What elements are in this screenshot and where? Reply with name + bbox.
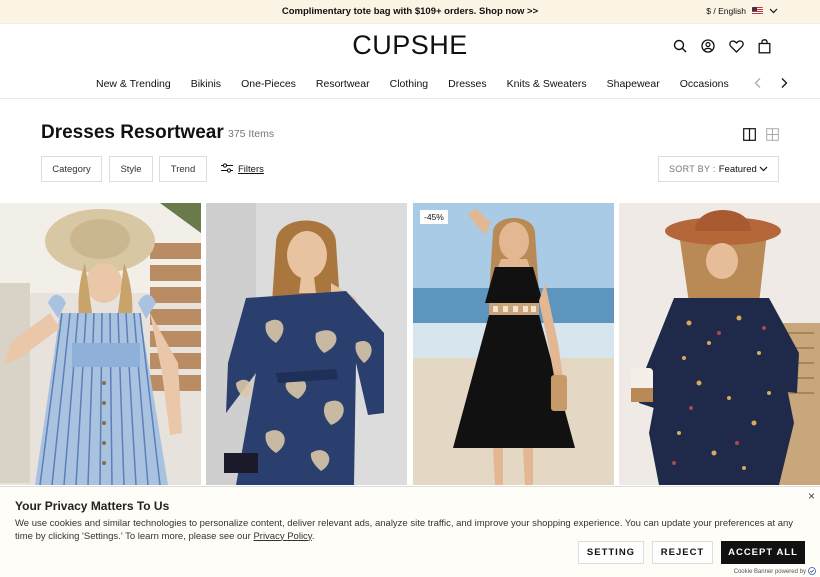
locale-label: $ / English — [706, 6, 746, 16]
four-column-view-icon[interactable] — [766, 128, 779, 146]
close-icon[interactable]: × — [808, 489, 815, 503]
page-title: Dresses Resortwear — [41, 122, 224, 143]
filters-button[interactable]: Filters — [221, 163, 264, 176]
reject-button[interactable]: REJECT — [652, 541, 713, 564]
search-icon[interactable] — [672, 38, 688, 54]
filters-label: Filters — [238, 164, 264, 175]
us-flag-icon — [752, 7, 763, 15]
wishlist-icon[interactable] — [728, 38, 744, 54]
discount-badge: -45% — [420, 210, 448, 224]
product-card-4[interactable] — [619, 203, 820, 485]
cookie-powered-by: Cookie Banner powered by — [734, 567, 816, 577]
nav-arrows — [754, 76, 788, 92]
nav-item-resortwear[interactable]: Resortwear — [316, 78, 370, 90]
category-filter-button[interactable]: Category — [41, 156, 102, 182]
cookie-body: We use cookies and similar technologies … — [15, 518, 794, 542]
cookie-body-end: . — [311, 530, 315, 542]
account-icon[interactable] — [700, 38, 716, 54]
sliders-icon — [221, 163, 233, 176]
nav-item-one-pieces[interactable]: One-Pieces — [241, 78, 296, 90]
product-card-3[interactable]: -45% — [413, 203, 614, 485]
style-filter-button[interactable]: Style — [109, 156, 153, 182]
nav-divider — [0, 98, 820, 99]
product-image-3 — [413, 203, 614, 485]
announcement-message[interactable]: Complimentary tote bag with $109+ orders… — [0, 6, 820, 17]
checkmark-icon — [808, 567, 816, 577]
privacy-policy-link[interactable]: Privacy Policy — [253, 531, 311, 542]
nav-item-bikinis[interactable]: Bikinis — [191, 78, 221, 90]
bag-icon[interactable] — [756, 38, 772, 54]
nav-item-occasions[interactable]: Occasions — [680, 78, 729, 90]
sort-value: Featured — [718, 163, 757, 175]
sort-dropdown[interactable]: SORT BY : Featured — [658, 156, 779, 182]
product-card-2[interactable] — [206, 203, 407, 485]
item-count: 375 Items — [228, 128, 275, 140]
view-toggles — [743, 128, 779, 146]
locale-selector[interactable]: $ / English — [706, 6, 778, 16]
chevron-down-icon — [759, 164, 768, 174]
product-image-1 — [0, 203, 201, 485]
product-image-4 — [619, 203, 820, 485]
setting-button[interactable]: SETTING — [578, 541, 644, 564]
chevron-down-icon — [769, 6, 778, 16]
main-nav: New & Trending Bikinis One-Pieces Resort… — [96, 78, 749, 90]
two-column-view-icon[interactable] — [743, 128, 756, 146]
chevron-right-icon[interactable] — [780, 76, 788, 92]
powered-by-label: Cookie Banner powered by — [733, 569, 806, 575]
nav-item-knits-sweaters[interactable]: Knits & Sweaters — [507, 78, 587, 90]
product-card-1[interactable] — [0, 203, 201, 485]
sort-label: SORT BY : — [669, 164, 716, 174]
cookie-title: Your Privacy Matters To Us — [15, 499, 170, 513]
nav-item-new-trending[interactable]: New & Trending — [96, 78, 171, 90]
nav-item-shapewear[interactable]: Shapewear — [607, 78, 660, 90]
trend-filter-button[interactable]: Trend — [159, 156, 207, 182]
cookie-text: We use cookies and similar technologies … — [15, 518, 795, 543]
chevron-left-icon[interactable] — [754, 76, 762, 92]
header-icons — [672, 38, 772, 54]
accept-all-button[interactable]: ACCEPT ALL — [721, 541, 805, 564]
nav-item-dresses[interactable]: Dresses — [448, 78, 487, 90]
product-image-2 — [206, 203, 407, 485]
announcement-bar: Complimentary tote bag with $109+ orders… — [0, 0, 820, 24]
nav-item-clothing[interactable]: Clothing — [390, 78, 429, 90]
